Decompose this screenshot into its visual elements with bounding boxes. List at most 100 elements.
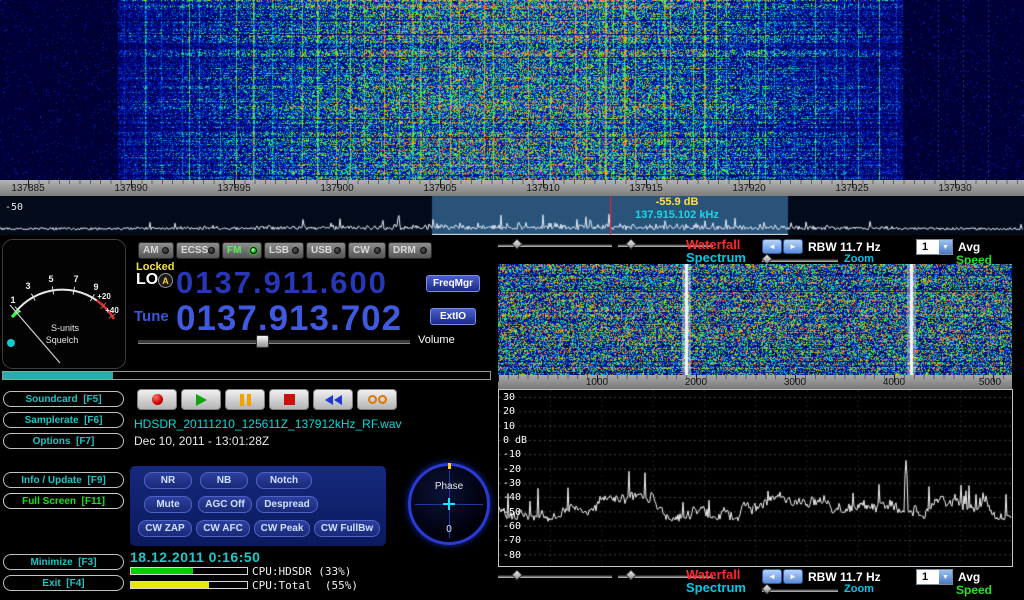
smeter-s1: 1 <box>10 295 15 305</box>
loop-button[interactable] <box>357 389 397 410</box>
freq-tick-label: 137900 <box>307 183 367 194</box>
slider-thumb[interactable] <box>256 335 269 348</box>
play-button[interactable] <box>181 389 221 410</box>
mode-button-cw[interactable]: CW <box>348 242 386 259</box>
tune-label: Tune <box>134 308 169 325</box>
mode-button-drm[interactable]: DRM <box>388 242 432 259</box>
slider-track <box>762 259 838 262</box>
cw-peak-button[interactable]: CW Peak <box>254 520 310 537</box>
main-waterfall-display[interactable] <box>0 0 1024 180</box>
smeter-plus40: +40 <box>105 306 119 315</box>
slider-thumb[interactable] <box>511 238 522 249</box>
agc-button[interactable]: AGC Off <box>198 496 252 513</box>
cw-zap-button[interactable]: CW ZAP <box>138 520 192 537</box>
speed-select[interactable]: 1 ▼ <box>916 569 953 585</box>
mode-button-ecss[interactable]: ECSS <box>176 242 220 259</box>
nb-button[interactable]: NB <box>200 472 248 489</box>
mode-button-fm[interactable]: FM <box>222 242 262 259</box>
despread-button[interactable]: Despread <box>256 496 318 513</box>
soundcard-button[interactable]: Soundcard [F5] <box>3 391 124 407</box>
mode-button-usb[interactable]: USB <box>306 242 346 259</box>
lo-lock-button[interactable]: A <box>158 273 173 288</box>
slider-thumb[interactable] <box>625 238 636 249</box>
cw-fullbw-button[interactable]: CW FullBw <box>314 520 380 537</box>
phase-top-marker <box>448 463 451 469</box>
waterfall-brightness-slider[interactable] <box>498 570 612 582</box>
stop-button[interactable] <box>269 389 309 410</box>
cursor-readout: -55.9 dB 137.915.102 kHz <box>612 196 742 222</box>
options-button[interactable]: Options [F7] <box>3 433 124 449</box>
volume-label: Volume <box>418 334 455 346</box>
signal-level-bar[interactable] <box>2 371 491 380</box>
freq-tick-label: 137910 <box>513 183 573 194</box>
mode-button-lsb[interactable]: LSB <box>264 242 304 259</box>
cw-afc-button[interactable]: CW AFC <box>196 520 250 537</box>
volume-slider[interactable] <box>138 335 410 349</box>
info-update-button[interactable]: Info / Update [F9] <box>3 472 124 488</box>
lo-label: LO <box>136 271 158 289</box>
exit-button[interactable]: Exit [F4] <box>3 575 124 591</box>
mute-button[interactable]: Mute <box>144 496 192 513</box>
zoom-tick-label: 5000 <box>965 377 1015 388</box>
zoom-tick-label: 4000 <box>869 377 919 388</box>
freq-tick-label: 137920 <box>719 183 779 194</box>
waterfall-brightness-slider[interactable] <box>498 239 612 251</box>
spectrum-toggle[interactable]: Spectrum <box>686 250 746 265</box>
zoom-frequency-scale: 1000 2000 3000 4000 5000 <box>498 375 1012 389</box>
s-meter[interactable]: 1 3 5 7 9 +20 +40 S-units Squelch <box>2 239 126 369</box>
shift-left-button[interactable]: ◄ <box>762 569 782 584</box>
nr-button[interactable]: NR <box>144 472 192 489</box>
smeter-plus20: +20 <box>97 292 111 301</box>
db-tick-label: -80 <box>503 550 521 561</box>
slider-track <box>762 589 838 592</box>
smeter-s5: 5 <box>48 274 53 284</box>
tune-frequency-display[interactable]: 0137.913.702 <box>176 299 402 339</box>
zoom-slider[interactable] <box>762 584 838 596</box>
speed-select[interactable]: 1 ▼ <box>916 239 953 255</box>
lo-frequency-display[interactable]: 0137.911.600 <box>176 265 388 301</box>
zoom-waterfall-display[interactable] <box>498 264 1012 375</box>
overview-spectrum-display[interactable] <box>0 196 1024 235</box>
shift-right-button[interactable]: ► <box>783 239 803 254</box>
spectrum-toggle[interactable]: Spectrum <box>686 580 746 595</box>
slider-thumb[interactable] <box>761 583 772 594</box>
hdsdr-app: 137885 137890 137895 137900 137905 13791… <box>0 0 1024 600</box>
record-button[interactable] <box>137 389 177 410</box>
db-tick-label: -30 <box>503 478 521 489</box>
db-tick-label: 20 <box>503 406 515 417</box>
mode-led-icon <box>334 247 341 254</box>
audio-spectrum-display[interactable] <box>498 389 1013 567</box>
shift-right-button[interactable]: ► <box>783 569 803 584</box>
slider-thumb[interactable] <box>625 569 636 580</box>
squelch-knob-icon[interactable] <box>7 339 15 347</box>
rewind-button[interactable] <box>313 389 353 410</box>
minimize-button[interactable]: Minimize [F3] <box>3 554 124 570</box>
recording-file-date: Dec 10, 2011 - 13:01:28Z <box>134 434 269 448</box>
freq-tick-label: 137895 <box>204 183 264 194</box>
mode-led-icon <box>420 247 427 254</box>
notch-button[interactable]: Notch <box>256 472 312 489</box>
fullscreen-button[interactable]: Full Screen [F11] <box>3 493 124 509</box>
smeter-s3: 3 <box>25 281 30 291</box>
shift-left-button[interactable]: ◄ <box>762 239 782 254</box>
cursor-freq-value: 137.915.102 kHz <box>612 209 742 222</box>
db-tick-label: -50 <box>503 507 521 518</box>
recording-file-name: HDSDR_20111210_125611Z_137912kHz_RF.wav <box>134 417 402 431</box>
mode-led-icon <box>162 247 169 254</box>
frequency-scale[interactable]: 137885 137890 137895 137900 137905 13791… <box>0 180 1024 196</box>
cpu-total-label: CPU:Total (55%) <box>252 579 358 592</box>
db-tick-label: -60 <box>503 521 521 532</box>
smeter-caption: S-units <box>51 323 80 333</box>
mode-button-am[interactable]: AM <box>138 242 174 259</box>
mode-led-icon <box>292 247 299 254</box>
cpu-hdsdr-fill <box>131 568 193 574</box>
cpu-hdsdr-meter <box>130 567 248 575</box>
samplerate-button[interactable]: Samplerate [F6] <box>3 412 124 428</box>
freqmgr-button[interactable]: FreqMgr <box>426 275 480 292</box>
zoom-tick-label: 3000 <box>770 377 820 388</box>
pause-button[interactable] <box>225 389 265 410</box>
strip-db-label: -50 <box>5 202 23 213</box>
slider-thumb[interactable] <box>761 253 772 264</box>
extio-button[interactable]: ExtIO <box>430 308 476 325</box>
slider-thumb[interactable] <box>511 569 522 580</box>
